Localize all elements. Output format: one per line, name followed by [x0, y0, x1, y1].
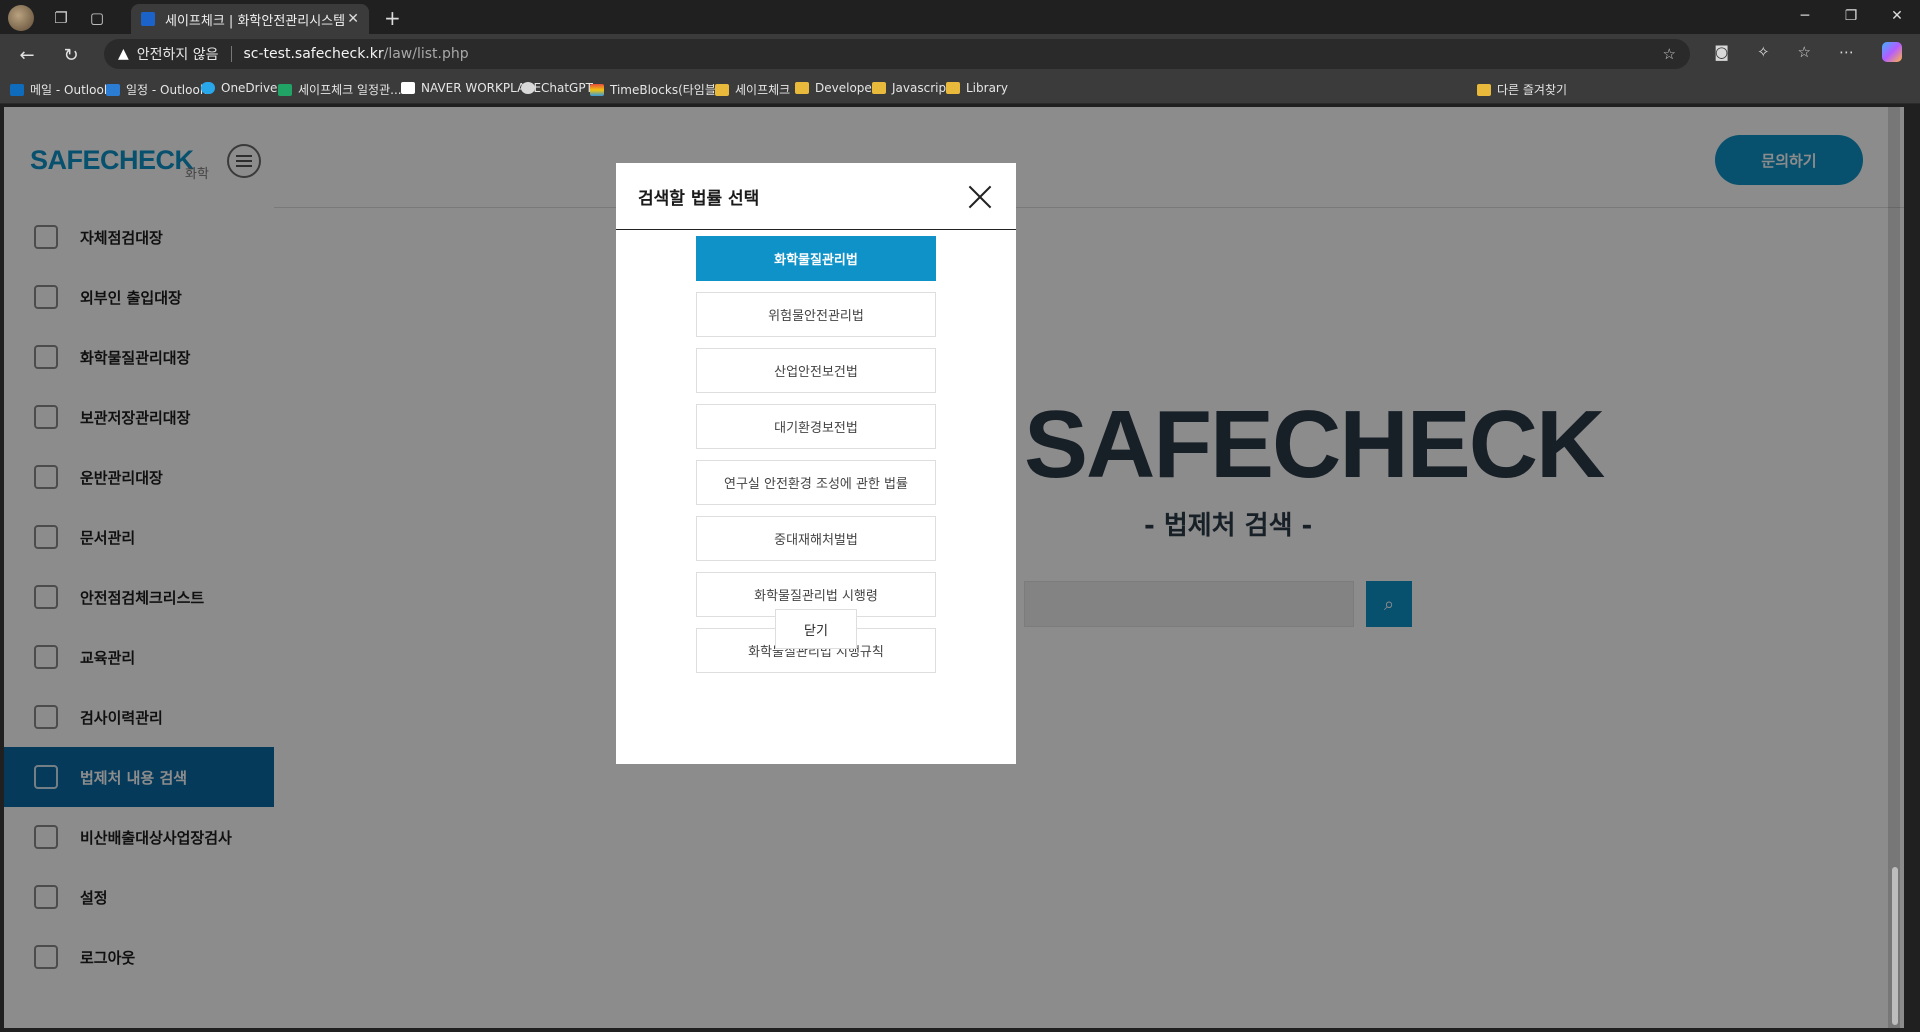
folder-icon [795, 82, 809, 94]
bookmark-folder[interactable]: Library [946, 81, 1008, 95]
browser-tab-bar: ❐ ▢ 세이프체크 | 화학안전관리시스템 ✕ + ─ ❐ ✕ [0, 0, 1920, 34]
favorite-star-icon[interactable]: ☆ [1663, 45, 1676, 63]
bookmarks-bar: 메일 - Outlook 일정 - Outlook OneDrive 세이프체크… [0, 74, 1920, 104]
url-separator [230, 46, 232, 62]
law-select-modal: 검색할 법률 선택 화학물질관리법 위험물안전관리법 산업안전보건법 대기환경보… [616, 163, 1016, 764]
tab-actions-icon[interactable]: ▢ [88, 9, 106, 27]
new-tab-icon[interactable]: + [384, 6, 401, 30]
window-close-icon[interactable]: ✕ [1874, 0, 1920, 32]
scrollbar-thumb[interactable] [1892, 867, 1898, 1025]
folder-icon [715, 83, 729, 96]
law-option-clean-air-act[interactable]: 대기환경보전법 [696, 404, 936, 449]
screenshot-icon[interactable]: ◙ [1714, 43, 1729, 61]
bookmark-item[interactable]: OneDrive [201, 81, 277, 95]
workspaces-icon[interactable]: ❐ [52, 9, 70, 27]
address-toolbar: ← ↻ ▲ 안전하지 않음 sc-test.safecheck.kr/law/l… [0, 34, 1920, 74]
warning-icon: ▲ [118, 46, 129, 62]
tab-left-icons: ❐ ▢ [8, 5, 106, 31]
bookmark-item[interactable]: 일정 - Outlook [106, 81, 207, 98]
copilot-icon[interactable] [1882, 42, 1902, 62]
law-option-occupational-safety-act[interactable]: 산업안전보건법 [696, 348, 936, 393]
tab-close-icon[interactable]: ✕ [347, 11, 359, 27]
site-favicon-icon [141, 12, 155, 26]
sheet-icon [278, 83, 292, 96]
law-option-laboratory-safety-act[interactable]: 연구실 안전환경 조성에 관한 법률 [696, 460, 936, 505]
folder-icon [1477, 83, 1491, 96]
naver-icon [401, 82, 415, 94]
law-option-dangerous-goods-act[interactable]: 위험물안전관리법 [696, 292, 936, 337]
bookmark-item[interactable]: 메일 - Outlook [10, 81, 111, 98]
bookmark-item[interactable]: ChatGPT [521, 81, 593, 95]
tab-title: 세이프체크 | 화학안전관리시스템 [165, 13, 345, 29]
browser-tab-active[interactable]: 세이프체크 | 화학안전관리시스템 ✕ [131, 4, 369, 34]
chatgpt-icon [521, 82, 535, 94]
extensions-icon[interactable]: ✧ [1757, 43, 1770, 61]
modal-title: 검색할 법률 선택 [638, 188, 760, 209]
restore-icon[interactable]: ❐ [1828, 0, 1874, 32]
bookmark-folder[interactable]: Javascript [872, 81, 951, 95]
profile-avatar[interactable] [8, 5, 34, 31]
onedrive-icon [201, 82, 215, 94]
insecure-label[interactable]: 안전하지 않음 [137, 44, 219, 64]
page-viewport: SAFECHECK 화학 자체점검대장 외부인 출입대장 화학물질관리대장 보관… [4, 107, 1904, 1028]
timeblocks-icon [590, 83, 604, 96]
refresh-icon[interactable]: ↻ [58, 42, 84, 68]
other-bookmarks-folder[interactable]: 다른 즐겨찾기 [1477, 81, 1567, 98]
back-icon[interactable]: ← [14, 42, 40, 68]
calendar-icon [106, 83, 120, 96]
window-controls: ─ ❐ ✕ [1782, 0, 1920, 32]
law-option-chemical-control-act[interactable]: 화학물질관리법 [696, 236, 936, 281]
outlook-icon [10, 83, 24, 96]
bookmark-item[interactable]: 세이프체크 일정관... [278, 81, 402, 98]
folder-icon [946, 82, 960, 94]
bookmark-item[interactable]: TimeBlocks(타임블... [590, 81, 727, 98]
law-option-serious-accidents-act[interactable]: 중대재해처벌법 [696, 516, 936, 561]
url-path: /law/list.php [383, 46, 469, 62]
more-icon[interactable]: ⋯ [1839, 43, 1854, 61]
toolbar-right: ◙ ✧ ☆ ⋯ [1714, 42, 1902, 62]
favorites-icon[interactable]: ☆ [1798, 43, 1811, 61]
folder-icon [872, 82, 886, 94]
close-icon[interactable] [968, 185, 992, 209]
bookmark-folder[interactable]: 세이프체크 [715, 81, 790, 98]
modal-close-button[interactable]: 닫기 [775, 609, 857, 649]
modal-header: 검색할 법률 선택 [616, 163, 1016, 230]
bookmark-folder[interactable]: Developer [795, 81, 877, 95]
address-bar[interactable]: ▲ 안전하지 않음 sc-test.safecheck.kr/law/list.… [104, 39, 1690, 69]
url-host: sc-test.safecheck.kr [243, 46, 384, 62]
minimize-icon[interactable]: ─ [1782, 0, 1828, 32]
